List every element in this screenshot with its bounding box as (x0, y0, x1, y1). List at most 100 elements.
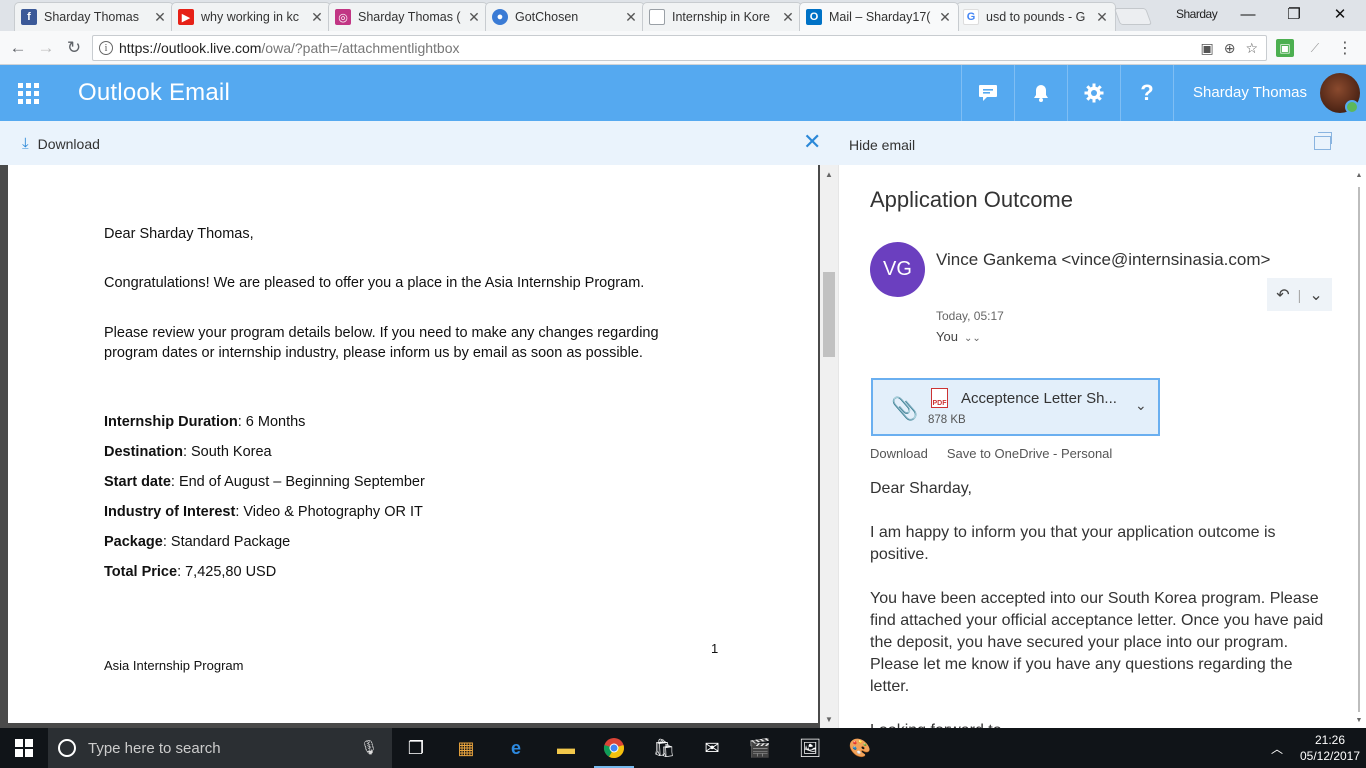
store-icon[interactable]: 🛍 (640, 728, 688, 768)
profile-name[interactable]: Sharday (1176, 7, 1218, 21)
browser-tab[interactable]: f Sharday Thomas ✕ (14, 2, 174, 31)
detail-row: Destination: South Korea (104, 442, 272, 462)
expand-recipients-icon[interactable]: ⌄⌄ (964, 333, 981, 344)
chevron-down-icon[interactable]: ⌄ (1309, 285, 1322, 305)
microphone-icon[interactable]: 🎙 (360, 739, 378, 756)
color-app-icon[interactable]: ▦ (442, 728, 490, 768)
reply-button-group[interactable]: ↶ | ⌄ (1267, 278, 1332, 311)
detail-value: : Video & Photography OR IT (235, 504, 423, 520)
browser-tab[interactable]: ◎ Sharday Thomas ( ✕ (328, 2, 488, 31)
attachment-download-link[interactable]: Download (870, 446, 928, 461)
close-tab-icon[interactable]: ✕ (624, 9, 638, 26)
browser-tab-active[interactable]: O Mail – Sharday17( ✕ (799, 2, 959, 31)
browser-tab[interactable]: G usd to pounds - G ✕ (956, 2, 1116, 31)
start-button[interactable] (0, 728, 48, 768)
file-explorer-icon[interactable]: ▬ (542, 728, 590, 768)
detail-label: Destination (104, 444, 183, 460)
attachment-card[interactable]: 📎 PDF Acceptence Letter Sh... 878 KB ⌄ (871, 378, 1160, 436)
mail-icon[interactable]: ✉ (688, 728, 736, 768)
letter-paragraph: Please review your program details below… (104, 325, 659, 341)
pdf-icon: PDF (931, 388, 948, 408)
scroll-up-icon[interactable]: ▲ (1352, 169, 1366, 181)
scrollbar-thumb[interactable] (823, 272, 835, 357)
app-launcher-icon[interactable] (0, 65, 56, 121)
chrome-menu-icon[interactable]: ⋮ (1336, 39, 1354, 57)
email-body-paragraph: You have been accepted into our South Ko… (870, 590, 1324, 695)
zoom-icon[interactable]: ⊕ (1224, 40, 1236, 57)
bookmark-star-icon[interactable]: ☆ (1245, 40, 1258, 57)
movies-icon[interactable]: 🎬 (736, 728, 784, 768)
letter-paragraph: program dates or internship industry, pl… (104, 345, 643, 361)
close-tab-icon[interactable]: ✕ (938, 9, 952, 26)
chevron-down-icon[interactable]: ⌄ (1135, 397, 1147, 414)
document-page: Dear Sharday Thomas, Congratulations! We… (8, 165, 818, 723)
browser-tab[interactable]: ● GotChosen ✕ (485, 2, 645, 31)
chat-icon[interactable] (961, 65, 1014, 121)
outlook-header: Outlook Email ? Sharday Thomas (0, 65, 1366, 121)
close-tab-icon[interactable]: ✕ (310, 9, 324, 26)
browser-tab[interactable]: Internship in Kore ✕ (642, 2, 802, 31)
address-bar[interactable]: i https://outlook.live.com/owa/?path=/at… (92, 35, 1267, 61)
restore-icon[interactable]: ❐ (1271, 0, 1317, 28)
document-scrollbar[interactable]: ▲ ▼ (820, 165, 838, 728)
app-title[interactable]: Outlook Email (78, 79, 230, 107)
extension-icon[interactable]: ▣ (1276, 39, 1294, 57)
system-clock[interactable]: 21:26 05/12/2017 (1296, 732, 1364, 764)
download-icon: ⤓ (22, 135, 29, 152)
hide-email-button[interactable]: Hide email (849, 137, 915, 153)
recipients[interactable]: You ⌄⌄ (936, 329, 981, 344)
attachment-size: 878 KB (928, 414, 966, 426)
email-body-paragraph: I am happy to inform you that your appli… (870, 524, 1276, 563)
help-icon[interactable]: ? (1120, 65, 1173, 121)
minimize-icon[interactable]: — (1225, 0, 1271, 28)
detail-row: Industry of Interest: Video & Photograph… (104, 502, 423, 522)
detail-label: Internship Duration (104, 414, 238, 430)
detail-value: : South Korea (182, 444, 272, 460)
chrome-icon[interactable] (590, 728, 638, 768)
pdf-extension-icon[interactable]: ⟋ (1306, 39, 1324, 57)
back-icon[interactable]: ← (6, 36, 30, 60)
notifications-bell-icon[interactable] (1014, 65, 1067, 121)
show-hidden-icons-icon[interactable]: ︿ (1271, 740, 1283, 757)
taskbar-search[interactable]: Type here to search 🎙 (48, 728, 392, 768)
detail-label: Industry of Interest (104, 504, 236, 520)
letter-greeting: Dear Sharday Thomas, (104, 226, 254, 242)
browser-tab[interactable]: ▶ why working in kc ✕ (171, 2, 331, 31)
presence-available-icon (1345, 100, 1359, 114)
paint-icon[interactable]: 🎨 (836, 728, 884, 768)
close-tab-icon[interactable]: ✕ (781, 9, 795, 26)
scroll-down-icon[interactable]: ▼ (820, 712, 838, 726)
forward-icon[interactable]: → (34, 36, 58, 60)
scroll-down-icon[interactable]: ▼ (1352, 714, 1366, 726)
popout-icon[interactable] (1314, 132, 1332, 150)
detail-row: Total Price: 7,425,80 USD (104, 562, 276, 582)
reading-pane: Application Outcome VG Vince Gankema <vi… (838, 165, 1366, 728)
detail-value: : Standard Package (162, 534, 291, 550)
recipient-name: You (936, 329, 958, 344)
reply-icon[interactable]: ↶ (1276, 285, 1289, 305)
close-tab-icon[interactable]: ✕ (1095, 9, 1109, 26)
close-tab-icon[interactable]: ✕ (467, 9, 481, 26)
windows-logo-icon (15, 739, 33, 757)
settings-gear-icon[interactable] (1067, 65, 1120, 121)
edge-icon[interactable]: e (492, 728, 540, 768)
task-view-icon[interactable]: ❐ (392, 728, 440, 768)
sender-avatar[interactable]: VG (870, 242, 925, 297)
detail-label: Total Price (104, 564, 178, 580)
reload-icon[interactable]: ↻ (62, 36, 86, 60)
close-window-icon[interactable]: ✕ (1317, 0, 1363, 28)
save-to-onedrive-link[interactable]: Save to OneDrive - Personal (947, 446, 1112, 461)
reading-pane-scrollbar[interactable]: ▲ ▼ (1352, 165, 1366, 728)
scrollbar-track[interactable] (1358, 187, 1360, 712)
popup-blocked-icon[interactable]: ▣ (1200, 40, 1213, 57)
photos-icon[interactable]: 🖼 (786, 728, 834, 768)
site-info-icon[interactable]: i (99, 41, 113, 55)
user-name[interactable]: Sharday Thomas (1193, 84, 1307, 101)
download-button[interactable]: ⤓ Download (22, 135, 100, 152)
scroll-up-icon[interactable]: ▲ (820, 167, 838, 181)
close-tab-icon[interactable]: ✕ (153, 9, 167, 26)
close-viewer-icon[interactable]: ✕ (803, 131, 821, 153)
sender-name[interactable]: Vince Gankema <vince@internsinasia.com> (936, 250, 1270, 270)
new-tab-button[interactable] (1113, 8, 1153, 25)
email-body-greeting: Dear Sharday, (870, 480, 972, 497)
